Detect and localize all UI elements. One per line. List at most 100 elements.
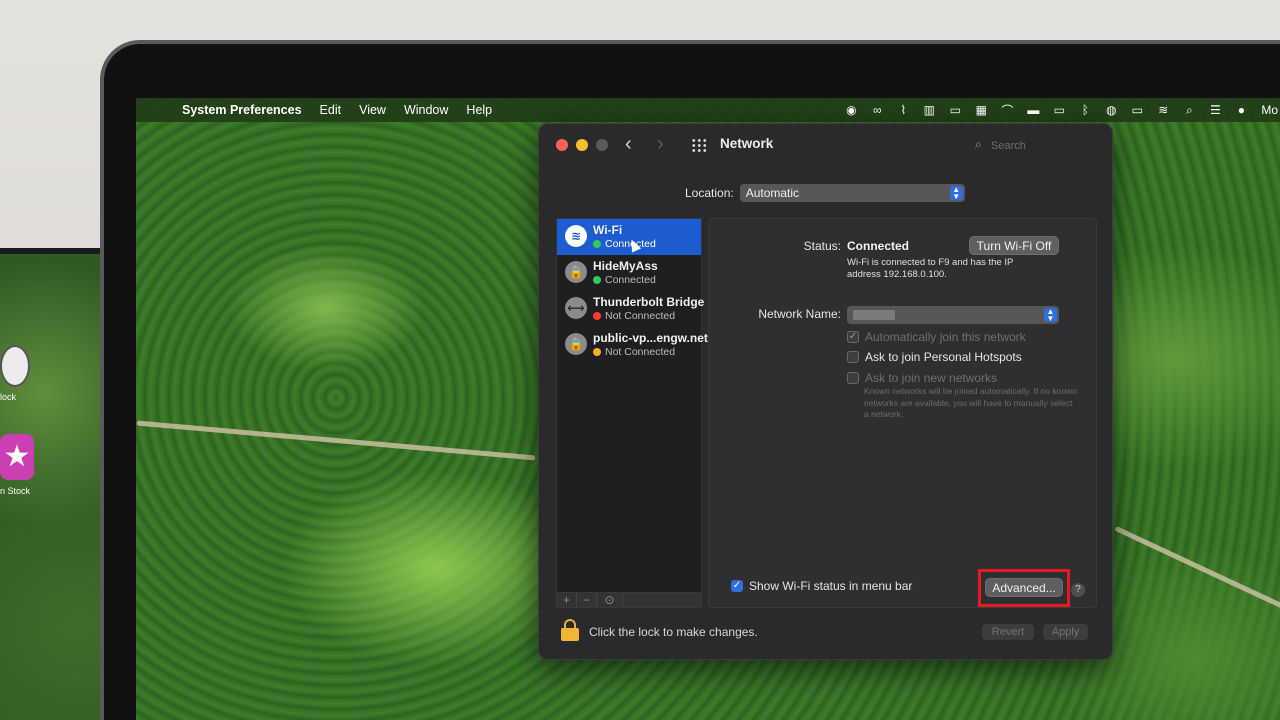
service-status-text: Not Connected [605,310,676,322]
siri-icon[interactable]: ● [1235,103,1247,117]
battery-icon[interactable]: ▭ [1131,103,1143,117]
menu-window[interactable]: Window [404,103,448,117]
wifi-icon[interactable]: ≋ [1157,103,1169,117]
service-status: Not Connected [593,310,675,322]
show-all-grid-icon[interactable] [691,138,707,152]
service-name: public-vp...engw.net [593,331,708,345]
zoom-button[interactable] [596,139,608,151]
advanced-button[interactable]: Advanced... [985,578,1063,597]
flag-icon[interactable]: ▬ [1027,103,1039,117]
menu-app-name[interactable]: System Preferences [182,103,302,117]
status-dot-green [593,240,601,248]
service-status: Connected [593,274,656,286]
location-value: Automatic [745,186,800,200]
show-status-checkbox[interactable]: ✓ [731,580,743,592]
auto-join-row: ✓ Automatically join this network [847,330,1026,344]
turn-wifi-off-button[interactable]: Turn Wi-Fi Off [969,236,1059,255]
show-status-label: Show Wi-Fi status in menu bar [749,579,913,593]
service-status-text: Connected [605,274,656,286]
service-item-public-vpn[interactable]: 🔒 public-vp...engw.net Not Connected [557,327,708,363]
title-bar: ‹ › Network ⌕ [539,124,1112,166]
ask-new-label: Ask to join new networks [865,371,998,385]
service-status-text: Not Connected [605,346,676,358]
padlock-body [561,628,579,641]
location-label: Location: [685,186,734,200]
help-button[interactable]: ? [1071,583,1085,597]
status-dot-green [593,276,601,284]
chevron-updown-icon: ▲ ▼ [1044,308,1057,323]
minimize-button[interactable] [576,139,588,151]
show-status-row: ✓ Show Wi-Fi status in menu bar [731,579,912,593]
window-title: Network [720,136,774,151]
ask-new-row: Ask to join new networks [847,371,997,385]
ask-hotspots-checkbox[interactable] [847,351,859,363]
remove-service-button[interactable]: − [577,593,597,607]
menu-edit[interactable]: Edit [320,103,342,117]
location-row: Location: Automatic ▲ ▼ [685,184,965,202]
clock-text[interactable]: Mo [1261,103,1278,117]
service-item-hidemyass[interactable]: 🔒 HideMyAss Connected [557,255,701,291]
known-networks-hint: Known networks will be joined automatica… [864,386,1077,419]
wifi-icon: ≋ [565,225,587,247]
creative-cloud-icon[interactable]: ∞ [871,103,883,117]
action-menu-button[interactable]: ⊙ [597,593,623,607]
service-status: Connected [593,238,656,250]
secondary-monitor [0,248,110,720]
status-value: Connected [847,239,910,253]
back-arrow-icon[interactable]: ‹ [625,133,632,156]
bridge-icon: ⟷ [565,297,587,319]
vpn-icon[interactable]: ⌒ [1001,102,1013,119]
grid-icon[interactable]: ▦ [975,103,987,117]
service-name: Thunderbolt Bridge [593,295,705,309]
menu-view[interactable]: View [359,103,386,117]
star-app-label: n Stock [0,486,31,496]
revert-button[interactable]: Revert [982,624,1034,640]
bluetooth-icon[interactable]: ᛒ [1079,103,1091,117]
control-center-icon[interactable]: ☰ [1209,103,1221,117]
clock-app-icon [0,345,30,387]
ask-new-checkbox[interactable] [847,372,859,384]
add-service-button[interactable]: + [557,593,577,607]
search-icon: ⌕ [975,137,982,151]
apply-button[interactable]: Apply [1043,624,1088,640]
forward-arrow-icon[interactable]: › [657,133,664,156]
service-status: Not Connected [593,346,675,358]
detail-pane: Status: Connected Turn Wi-Fi Off Wi-Fi i… [708,218,1097,608]
network-name-label: Network Name: [758,307,841,321]
spotlight-icon[interactable]: ⌕ [1183,103,1195,118]
auto-join-label: Automatically join this network [865,330,1026,344]
window-footer: Click the lock to make changes. Revert A… [539,619,1112,655]
auto-join-checkbox[interactable]: ✓ [847,331,859,343]
padlock-icon[interactable] [561,619,579,641]
search-field[interactable]: ⌕ [971,136,1091,156]
menu-bar: System Preferences Edit View Window Help… [136,98,1280,122]
lock-icon: 🔒 [565,333,587,355]
battery-monitor-icon[interactable]: ▥ [923,103,935,117]
service-list: ≋ Wi-Fi Connected 🔒 HideMyAss Connected … [556,218,708,604]
network-window: ‹ › Network ⌕ Location: Automatic ▲▼ ≋ W… [538,123,1113,660]
clock-app-label: lock [0,392,17,402]
record-icon[interactable]: ◉ [845,103,857,117]
status-label: Status: [803,239,841,253]
airdrop-icon[interactable]: ⌇ [897,103,909,117]
menu-help[interactable]: Help [466,103,492,117]
star-app-icon: ★ [0,434,34,480]
wallpaper-road [136,420,536,461]
lock-icon: 🔒 [565,261,587,283]
chevron-updown-icon: ▲ ▼ [949,186,963,201]
ask-hotspots-row: Ask to join Personal Hotspots [847,350,1022,364]
service-name: Wi-Fi [593,223,623,237]
service-item-wifi[interactable]: ≋ Wi-Fi Connected [557,219,701,255]
ask-hotspots-label: Ask to join Personal Hotspots [865,350,1022,364]
service-list-toolbar: + − ⊙ [556,592,702,608]
display-icon[interactable]: ▭ [1053,103,1065,117]
window-icon[interactable]: ▭ [949,103,961,117]
location-select[interactable]: Automatic ▲ ▼ [739,184,965,202]
network-name-select[interactable]: ▲ ▼ [847,306,1059,324]
status-dot-yellow [593,348,601,356]
service-item-thunderbolt[interactable]: ⟷ Thunderbolt Bridge Not Connected [557,291,705,327]
user-icon[interactable]: ◍ [1105,103,1117,117]
status-description: Wi-Fi is connected to F9 and has the IP … [847,257,1014,280]
search-input[interactable] [991,136,1087,156]
close-button[interactable] [556,139,568,151]
